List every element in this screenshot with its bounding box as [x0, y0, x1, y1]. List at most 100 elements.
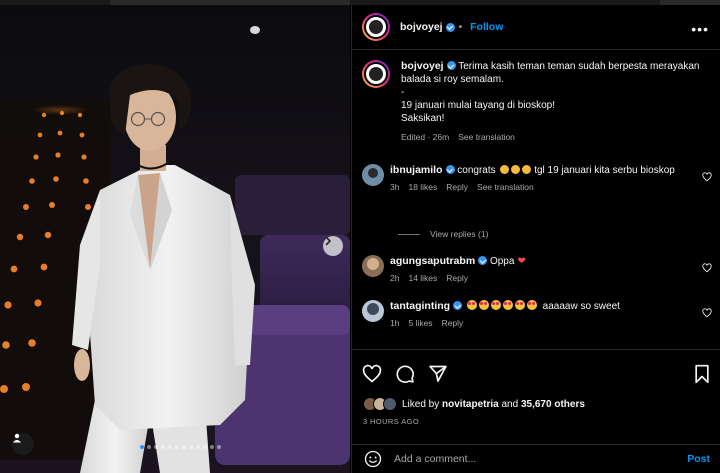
verified-icon	[445, 165, 455, 174]
heart-eyes-emoji-icon	[514, 300, 525, 310]
heart-eyes-emoji-icon	[478, 300, 489, 310]
post-details-panel: bojvoyej • Follow ••• bojvoyej Terima ka…	[351, 5, 720, 473]
verified-icon	[446, 61, 456, 70]
caption-avatar[interactable]	[362, 60, 390, 88]
post-caption: bojvoyej Terima kasih teman teman sudah …	[362, 60, 712, 144]
carousel-dot	[203, 445, 207, 449]
caption-line-3: 19 januari mulai tayang di bioskop!	[401, 100, 555, 111]
heart-icon[interactable]	[702, 308, 712, 318]
comment-input[interactable]: Add a comment...	[394, 453, 687, 465]
comment-time: 1h	[390, 318, 400, 328]
comment-reply[interactable]: Reply	[446, 181, 468, 194]
caption-meta: Edited · 26m See translation	[401, 131, 701, 144]
carousel-next-button[interactable]	[323, 236, 343, 256]
replies-divider	[398, 233, 420, 235]
comment-item: agungsaputrabm Oppa ❤ 2h 14 likes Reply	[362, 255, 712, 285]
comment-see-translation[interactable]: See translation	[477, 181, 534, 194]
photo-illustration	[0, 26, 350, 473]
comment-username[interactable]: tantaginting	[390, 300, 450, 312]
caption-see-translation[interactable]: See translation	[458, 131, 515, 144]
verified-icon	[478, 256, 488, 265]
carousel-dot	[175, 445, 179, 449]
comment-username[interactable]: agungsaputrabm	[390, 255, 475, 267]
commenter-avatar[interactable]	[362, 300, 384, 322]
carousel-dot	[196, 445, 200, 449]
share-icon[interactable]	[428, 364, 448, 384]
user-tag-button[interactable]	[12, 433, 34, 455]
heart-eyes-emoji-icon	[490, 300, 501, 310]
carousel-dot	[217, 445, 221, 449]
carousel-dot	[161, 445, 165, 449]
carousel-dot	[140, 445, 144, 449]
clap-emoji-icon	[522, 165, 532, 174]
heart-icon[interactable]	[702, 172, 712, 182]
carousel-dot	[210, 445, 214, 449]
commenter-avatar[interactable]	[362, 164, 384, 186]
verified-icon	[445, 22, 455, 32]
comment-icon[interactable]	[395, 364, 415, 384]
likes-summary: Liked by novitapetria and 35,670 others	[363, 397, 585, 411]
clap-emoji-icon	[500, 165, 510, 174]
commenter-avatar[interactable]	[362, 255, 384, 277]
likes-user[interactable]: novitapetria	[442, 399, 499, 410]
comment-item: tantaginting aaaaaw so sweet 1h 5 likes …	[362, 300, 712, 330]
comment-text: Oppa	[489, 256, 515, 267]
view-replies-button[interactable]: View replies (1)	[398, 229, 488, 239]
header-separator: •	[458, 21, 463, 33]
comment-body: agungsaputrabm Oppa ❤ 2h 14 likes Reply	[390, 255, 690, 285]
bookmark-icon[interactable]	[693, 364, 711, 384]
caption-line-4: Saksikan!	[401, 113, 445, 124]
liker-avatar	[383, 397, 397, 411]
comment-likes[interactable]: 5 likes	[408, 317, 432, 330]
comment-meta: 1h 5 likes Reply	[390, 317, 690, 330]
comment-time: 3h	[390, 182, 400, 192]
caption-body: bojvoyej Terima kasih teman teman sudah …	[401, 60, 701, 144]
carousel-dot	[147, 445, 151, 449]
carousel-dot	[168, 445, 172, 449]
ceiling-light	[250, 26, 260, 34]
comment-likes[interactable]: 18 likes	[408, 181, 437, 194]
post-photo[interactable]	[0, 5, 350, 473]
heart-eyes-emoji-icon	[466, 300, 477, 310]
comment-username[interactable]: ibnujamilo	[390, 164, 443, 176]
heart-icon[interactable]	[702, 263, 712, 273]
post-header: bojvoyej • Follow •••	[352, 5, 720, 50]
post-comment-button[interactable]: Post	[687, 453, 710, 465]
comment-meta: 2h 14 likes Reply	[390, 272, 690, 285]
comment-likes[interactable]: 14 likes	[408, 272, 437, 285]
post-actions-section: Liked by novitapetria and 35,670 others …	[352, 349, 720, 444]
comment-item: ibnujamilo congrats tgl 19 januari kita …	[362, 164, 712, 194]
post-actions	[362, 364, 448, 384]
carousel-dot	[154, 445, 158, 449]
add-comment-bar: Add a comment... Post	[352, 444, 720, 473]
comment-body: ibnujamilo congrats tgl 19 januari kita …	[390, 164, 690, 194]
comment-meta: 3h 18 likes Reply See translation	[390, 181, 690, 194]
carousel-dot	[189, 445, 193, 449]
heart-icon[interactable]	[362, 364, 382, 384]
view-replies-label: View replies (1)	[430, 229, 489, 239]
caption-line-1: Terima kasih teman teman sudah berpesta …	[401, 61, 700, 85]
likes-middle: and	[501, 398, 519, 410]
comment-reply[interactable]: Reply	[446, 272, 468, 285]
verified-icon	[453, 301, 463, 310]
comment-reply[interactable]: Reply	[442, 317, 464, 330]
carousel-indicator	[140, 445, 221, 449]
likes-count[interactable]: 35,670 others	[521, 399, 585, 410]
more-icon[interactable]: •••	[691, 21, 709, 37]
carousel-dot	[182, 445, 186, 449]
caption-line-2: -	[401, 87, 405, 98]
follow-button[interactable]: Follow	[470, 21, 503, 33]
caption-edited: Edited · 26m	[401, 132, 450, 142]
liker-avatars	[363, 397, 397, 411]
caption-username[interactable]: bojvoyej	[401, 60, 444, 72]
clap-emoji-icon	[511, 165, 521, 174]
user-tag-icon	[13, 433, 21, 443]
heart-eyes-emoji-icon	[526, 300, 537, 310]
comment-body: tantaginting aaaaaw so sweet 1h 5 likes …	[390, 300, 690, 330]
author-username[interactable]: bojvoyej	[400, 21, 443, 33]
emoji-icon[interactable]	[364, 450, 382, 468]
red-heart-emoji-icon: ❤	[517, 256, 526, 267]
chevron-right-icon	[325, 236, 332, 246]
author-avatar[interactable]	[362, 13, 390, 41]
likes-prefix: Liked by	[402, 398, 440, 410]
